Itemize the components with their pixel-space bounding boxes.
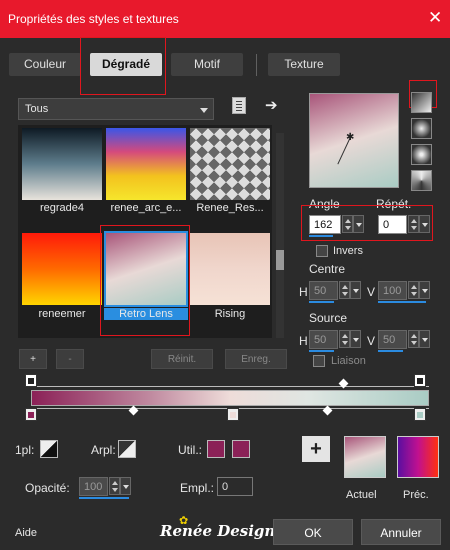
- center-v-dropdown[interactable]: [419, 281, 430, 299]
- center-v-spinner[interactable]: [408, 281, 419, 299]
- gradient-label: renee_arc_e...: [110, 202, 182, 214]
- center-v-label: V: [367, 285, 376, 299]
- util-label: Util.:: [178, 443, 202, 457]
- scrollbar-thumb[interactable]: [276, 250, 284, 270]
- center-v-slider[interactable]: [378, 301, 426, 303]
- arrow-right-icon[interactable]: ➔: [265, 96, 278, 114]
- library-scrollbar[interactable]: [276, 133, 284, 338]
- arpl-label: Arpl:: [91, 443, 116, 457]
- empl-label: Empl.:: [180, 481, 215, 495]
- help-link[interactable]: Aide: [15, 527, 37, 539]
- save-button[interactable]: Enreg.: [225, 349, 287, 369]
- source-h-dropdown[interactable]: [350, 330, 361, 348]
- color-stop-start[interactable]: [25, 408, 37, 421]
- opacity-slider[interactable]: [79, 497, 129, 499]
- color-stop-mid[interactable]: [227, 408, 239, 421]
- angle-spinner[interactable]: [342, 215, 353, 233]
- invert-label: Invers: [333, 245, 363, 257]
- source-v-input[interactable]: 50: [378, 330, 407, 349]
- repeat-dropdown[interactable]: [419, 215, 430, 233]
- remove-button[interactable]: -: [56, 349, 84, 369]
- highlight-box-selected: [100, 225, 190, 336]
- opacity-input[interactable]: 100: [79, 477, 108, 496]
- opacity-stop-end[interactable]: [414, 374, 426, 387]
- opacity-dropdown[interactable]: [120, 477, 131, 495]
- category-dropdown[interactable]: Tous: [18, 98, 214, 120]
- gradient-editor-bar[interactable]: [31, 390, 429, 406]
- foreground-stop-icon[interactable]: [40, 440, 58, 458]
- source-h-spinner[interactable]: [339, 330, 350, 348]
- gradient-swatch-rising[interactable]: [190, 233, 270, 305]
- source-h-slider[interactable]: [309, 350, 334, 352]
- library-book-icon[interactable]: [232, 97, 246, 114]
- source-h-label: H: [299, 334, 308, 348]
- reset-button[interactable]: Réinit.: [151, 349, 213, 369]
- center-v-input[interactable]: 100: [378, 281, 407, 300]
- angle-slider[interactable]: [309, 235, 333, 237]
- source-v-dropdown[interactable]: [419, 330, 430, 348]
- window-title: Propriétés des styles et textures: [8, 12, 179, 26]
- link-checkbox[interactable]: [313, 355, 325, 367]
- link-label: Liaison: [331, 355, 366, 367]
- gradient-label: Renee_Res...: [196, 202, 264, 214]
- center-h-input[interactable]: 50: [309, 281, 338, 300]
- source-v-spinner[interactable]: [408, 330, 419, 348]
- gradient-swatch-renee-arc[interactable]: [106, 128, 186, 200]
- cancel-button[interactable]: Annuler: [361, 519, 441, 545]
- sunburst-gradient-type-icon[interactable]: [411, 170, 432, 191]
- empl-input[interactable]: 0: [217, 477, 253, 496]
- center-h-slider[interactable]: [309, 301, 334, 303]
- radial-gradient-type-icon[interactable]: [411, 144, 432, 165]
- source-label: Source: [309, 311, 348, 325]
- center-h-dropdown[interactable]: [350, 281, 361, 299]
- source-v-slider[interactable]: [378, 350, 403, 352]
- category-value: Tous: [25, 103, 49, 115]
- previous-style-preview[interactable]: [397, 436, 439, 478]
- previous-label: Préc.: [403, 489, 429, 501]
- gradient-swatch-reneemer[interactable]: [22, 233, 102, 305]
- chevron-down-icon: [200, 108, 208, 113]
- center-h-spinner[interactable]: [339, 281, 350, 299]
- opacity-track: [31, 386, 429, 387]
- highlight-box-tab: [80, 37, 166, 95]
- gradient-swatch-renee-res[interactable]: [190, 128, 270, 200]
- gradient-label: regrade4: [39, 202, 85, 214]
- add-to-swatches-button[interactable]: +: [302, 436, 330, 462]
- gradient-label: Rising: [214, 308, 246, 320]
- current-label: Actuel: [346, 489, 377, 501]
- user-color-swatch[interactable]: [207, 440, 225, 458]
- center-h-label: H: [299, 285, 308, 299]
- repeat-input[interactable]: 0: [378, 215, 407, 234]
- opacity-stop-start[interactable]: [25, 374, 37, 387]
- angle-dropdown[interactable]: [353, 215, 364, 233]
- center-label: Centre: [309, 262, 346, 276]
- rectangular-gradient-type-icon[interactable]: [411, 118, 432, 139]
- ok-button[interactable]: OK: [273, 519, 353, 545]
- add-button[interactable]: +: [19, 349, 47, 369]
- tab-motif[interactable]: Motif: [171, 53, 243, 76]
- gradient-label: reneemer: [38, 308, 86, 320]
- invert-checkbox[interactable]: [316, 245, 328, 257]
- opacity-spinner[interactable]: [109, 477, 120, 495]
- opacity-label: Opacité:: [25, 481, 70, 495]
- source-h-input[interactable]: 50: [309, 330, 338, 349]
- current-style-preview[interactable]: [344, 436, 386, 478]
- logo-text: Renée Design: [160, 522, 276, 540]
- user-color-swatch-2[interactable]: [232, 440, 250, 458]
- repeat-spinner[interactable]: [408, 215, 419, 233]
- angle-handle-icon[interactable]: ✱: [346, 132, 354, 143]
- gradient-swatch-regrade4[interactable]: [22, 128, 102, 200]
- one-pl-label: 1pl:: [15, 443, 35, 457]
- background-stop-icon[interactable]: [118, 440, 136, 458]
- angle-input[interactable]: 162: [309, 215, 341, 234]
- tab-separator: [256, 54, 257, 76]
- tab-texture[interactable]: Texture: [268, 53, 340, 76]
- tab-couleur[interactable]: Couleur: [9, 53, 81, 76]
- color-stop-end[interactable]: [414, 408, 426, 421]
- close-icon[interactable]: ✕: [428, 8, 442, 28]
- source-v-label: V: [367, 334, 376, 348]
- linear-gradient-type-icon[interactable]: [411, 92, 432, 113]
